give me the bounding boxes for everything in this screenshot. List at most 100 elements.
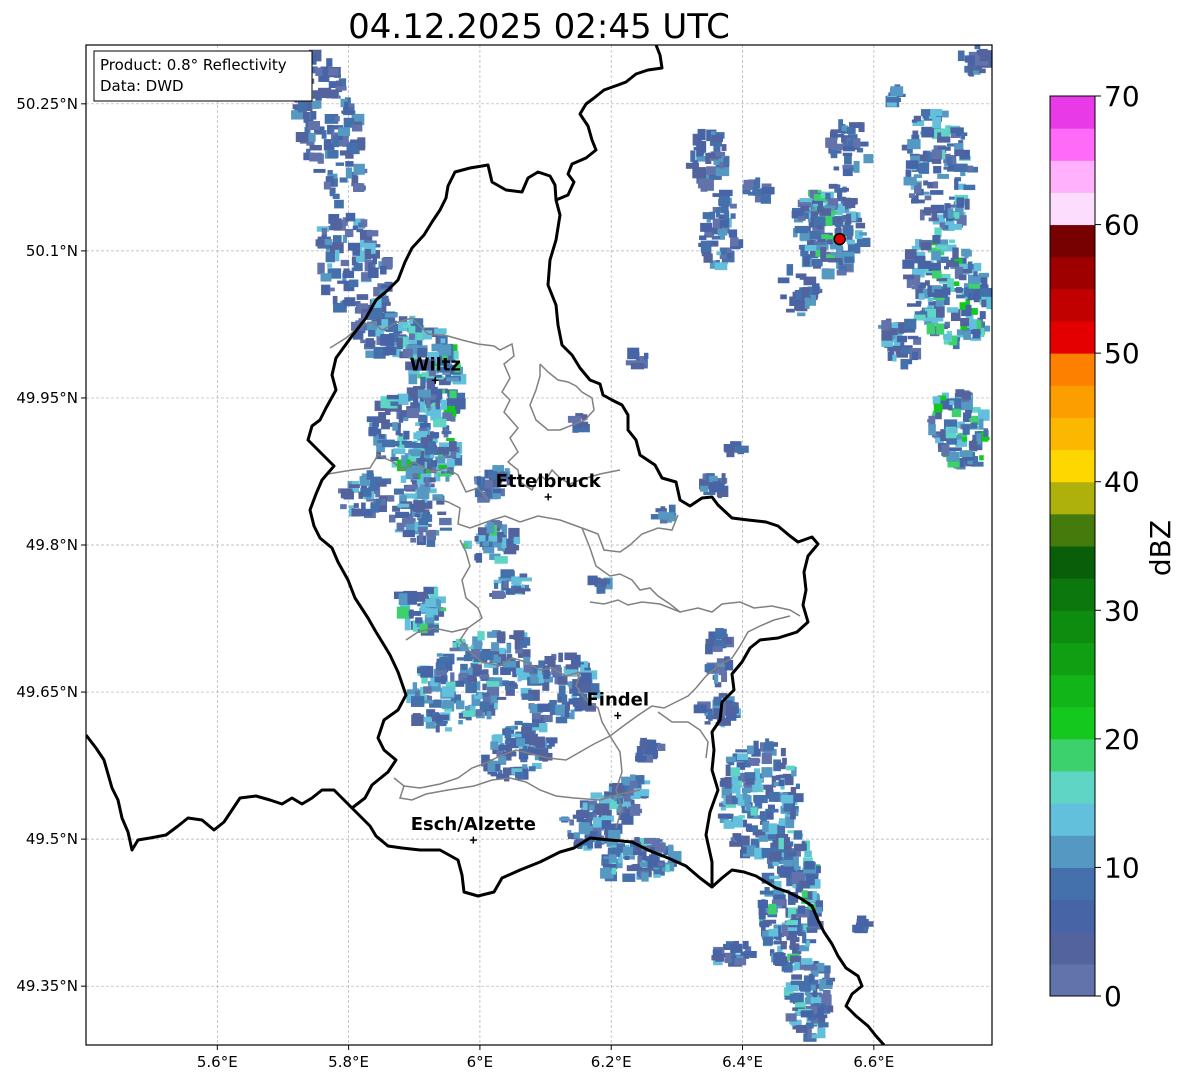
echo-pixel bbox=[513, 536, 520, 544]
echo-pixel bbox=[352, 244, 361, 256]
echo-pixel bbox=[742, 940, 749, 950]
echo-pixel bbox=[982, 436, 990, 441]
echo-pixel bbox=[353, 262, 363, 272]
echo-pixel bbox=[479, 674, 490, 679]
echo-pixel bbox=[927, 297, 933, 302]
echo-pixel bbox=[714, 262, 728, 271]
echo-pixel bbox=[444, 708, 452, 712]
echo-pixel bbox=[410, 696, 425, 707]
echo-pixel bbox=[396, 337, 403, 350]
echo-pixel bbox=[498, 744, 507, 751]
colorbar-swatch bbox=[1050, 385, 1095, 418]
echo-pixel bbox=[721, 473, 726, 485]
echo-pixel bbox=[978, 418, 984, 430]
echo-pixel bbox=[622, 846, 634, 856]
echo-pixel bbox=[855, 222, 866, 229]
echo-pixel bbox=[484, 479, 493, 489]
info-data-source: Data: DWD bbox=[100, 77, 184, 95]
echo-pixel bbox=[503, 580, 508, 589]
colorbar-swatch bbox=[1050, 899, 1095, 933]
echo-pixel bbox=[340, 504, 347, 510]
echo-pixel bbox=[368, 267, 379, 279]
echo-pixel bbox=[848, 122, 863, 127]
echo-pixel bbox=[947, 208, 954, 219]
y-tick-label: 50.25°N bbox=[16, 95, 78, 113]
echo-pixel bbox=[783, 859, 793, 867]
colorbar-swatch bbox=[1050, 578, 1095, 611]
colorbar-swatch bbox=[1050, 321, 1095, 354]
echo-pixel bbox=[911, 285, 919, 290]
echo-pixel bbox=[325, 89, 339, 99]
echo-pixel bbox=[414, 513, 421, 518]
echo-pixel bbox=[384, 313, 398, 318]
echo-pixel bbox=[984, 325, 991, 332]
echo-pixel bbox=[345, 167, 353, 179]
echo-pixel bbox=[395, 511, 410, 519]
echo-pixel bbox=[941, 444, 950, 456]
echo-pixel bbox=[388, 514, 396, 523]
echo-pixel bbox=[455, 700, 465, 710]
echo-pixel bbox=[881, 320, 891, 331]
echo-pixel bbox=[786, 765, 795, 771]
echo-pixel bbox=[522, 764, 528, 769]
echo-pixel bbox=[752, 188, 762, 196]
echo-pixel bbox=[800, 1010, 814, 1018]
echo-pixel bbox=[506, 643, 511, 654]
echo-pixel bbox=[495, 763, 501, 772]
echo-pixel bbox=[801, 842, 807, 851]
echo-pixel bbox=[735, 834, 742, 842]
echo-pixel bbox=[953, 212, 960, 218]
echo-pixel bbox=[959, 274, 967, 281]
echo-pixel bbox=[804, 244, 817, 251]
echo-pixel bbox=[712, 218, 720, 229]
echo-pixel bbox=[790, 808, 796, 820]
colorbar-swatch bbox=[1050, 256, 1095, 290]
colorbar-ticks: 0 10 20 30 40 50 60 70 bbox=[1095, 80, 1140, 1013]
echo-pixel bbox=[896, 335, 908, 343]
echo-pixel bbox=[376, 498, 382, 504]
info-box: Product: 0.8° Reflectivity Data: DWD bbox=[93, 50, 313, 102]
echo-pixel bbox=[575, 810, 589, 819]
echo-pixel bbox=[384, 301, 391, 306]
echo-pixel bbox=[441, 430, 452, 435]
echo-pixel bbox=[705, 644, 713, 655]
echo-pixel bbox=[426, 529, 437, 541]
echo-pixel bbox=[356, 294, 369, 300]
echo-pixel bbox=[543, 714, 553, 723]
echo-pixel bbox=[627, 347, 640, 360]
echo-pixel bbox=[717, 813, 731, 819]
echo-pixel bbox=[725, 756, 736, 763]
echo-pixel bbox=[490, 741, 499, 750]
echo-pixel bbox=[817, 1027, 826, 1039]
echo-pixel bbox=[410, 449, 421, 457]
echo-pixel bbox=[528, 766, 536, 772]
echo-pixel bbox=[519, 573, 528, 578]
echo-pixel bbox=[501, 537, 507, 549]
echo-pixel bbox=[978, 48, 988, 55]
echo-pixel bbox=[511, 576, 521, 585]
echo-pixel bbox=[950, 127, 964, 134]
echo-pixel bbox=[932, 116, 942, 129]
echo-pixel bbox=[460, 663, 468, 670]
echo-pixel bbox=[435, 713, 441, 718]
echo-pixel bbox=[745, 823, 752, 832]
echo-pixel bbox=[889, 345, 894, 353]
echo-pixel bbox=[827, 239, 833, 245]
echo-pixel bbox=[969, 418, 977, 422]
echo-pixel bbox=[521, 722, 530, 728]
info-product: Product: 0.8° Reflectivity bbox=[100, 56, 287, 74]
echo-pixel bbox=[921, 109, 931, 117]
echo-pixel bbox=[795, 783, 800, 790]
echo-pixel bbox=[964, 198, 970, 210]
echo-pixel bbox=[768, 928, 779, 937]
echo-pixel bbox=[810, 997, 822, 1004]
echo-pixel bbox=[803, 965, 818, 971]
echo-pixel bbox=[643, 352, 649, 360]
echo-pixel bbox=[393, 448, 406, 455]
echo-pixel bbox=[454, 398, 466, 410]
echo-pixel bbox=[485, 681, 500, 687]
y-tick-label: 49.35°N bbox=[16, 977, 78, 995]
echo-pixel bbox=[366, 230, 379, 237]
echo-pixel bbox=[978, 68, 986, 74]
echo-pixel bbox=[400, 475, 407, 483]
